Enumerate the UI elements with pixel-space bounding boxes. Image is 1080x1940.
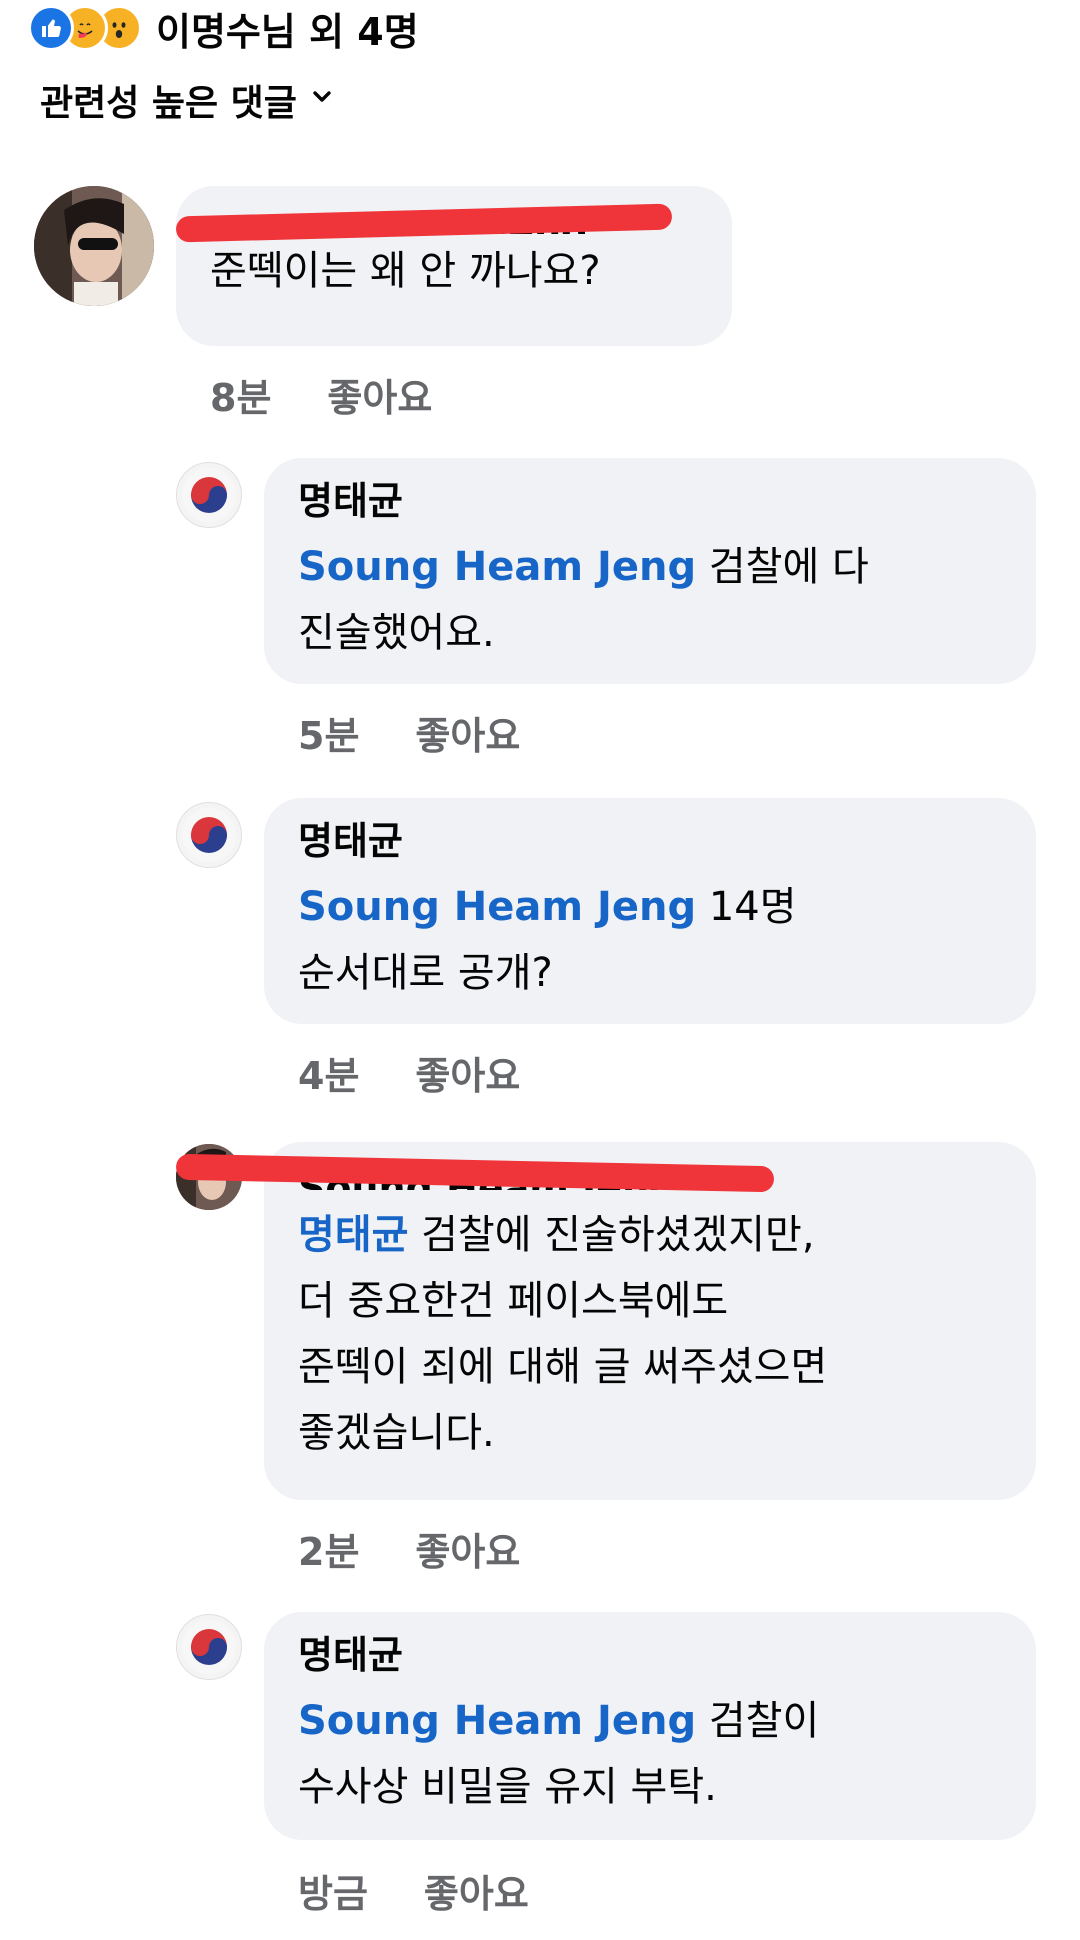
comment-actions: 5분 좋아요: [298, 704, 520, 760]
like-button[interactable]: 좋아요: [415, 1045, 520, 1100]
reactions-summary-text: 이명수님 외 4명: [156, 9, 419, 54]
comment-bubble[interactable]: Soung Heam Jeng 명태균 검찰에 진술하셨겠지만, 더 중요한건 …: [264, 1142, 1036, 1500]
comment-text: Soung Heam Jeng 검찰이 수사상 비밀을 유지 부탁.: [298, 1688, 1002, 1820]
comment-author[interactable]: 명태균: [298, 478, 1002, 524]
mention-link[interactable]: Soung Heam Jeng: [298, 544, 696, 590]
comment-time[interactable]: 8분: [210, 367, 271, 422]
sort-label: 관련성 높은 댓글: [40, 83, 297, 124]
comment-actions: 8분 좋아요: [210, 366, 432, 422]
comment-time[interactable]: 방금: [298, 1863, 368, 1918]
chevron-down-icon: [311, 85, 333, 115]
comment-text: 명태균 검찰에 진술하셨겠지만, 더 중요한건 페이스북에도 준떽이 죄에 대해…: [298, 1202, 1002, 1466]
comment-bubble[interactable]: 명태균 Soung Heam Jeng 검찰에 다 진술했어요.: [264, 458, 1036, 684]
comment-time[interactable]: 4분: [298, 1045, 359, 1100]
comment-actions: 방금 좋아요: [298, 1862, 529, 1918]
comment-time[interactable]: 2분: [298, 1521, 359, 1576]
comment-author[interactable]: 명태균: [298, 1632, 1002, 1678]
comment-actions: 2분 좋아요: [298, 1520, 520, 1576]
like-button[interactable]: 좋아요: [415, 1521, 520, 1576]
avatar[interactable]: [34, 186, 154, 306]
mention-link[interactable]: Soung Heam Jeng: [298, 884, 696, 930]
like-button[interactable]: 좋아요: [415, 705, 520, 760]
comment-time[interactable]: 5분: [298, 705, 359, 760]
reactions-summary[interactable]: 이명수님 외 4명: [28, 0, 419, 56]
comment-text: Soung Heam Jeng 14명 순서대로 공개?: [298, 874, 1002, 1006]
comment-text: Soung Heam Jeng 검찰에 다 진술했어요.: [298, 534, 1002, 666]
like-button[interactable]: 좋아요: [424, 1863, 529, 1918]
comment-actions: 4분 좋아요: [298, 1044, 520, 1100]
comment-sort-selector[interactable]: 관련성 높은 댓글: [40, 72, 333, 128]
like-button[interactable]: 좋아요: [327, 367, 432, 422]
comment-bubble[interactable]: 명태균 Soung Heam Jeng 검찰이 수사상 비밀을 유지 부탁.: [264, 1612, 1036, 1840]
flag-emblem-icon: [182, 1620, 236, 1674]
comment-bubble[interactable]: 명태균 Soung Heam Jeng 14명 순서대로 공개?: [264, 798, 1036, 1024]
mention-link[interactable]: Soung Heam Jeng: [298, 1698, 696, 1744]
flag-emblem-icon: [182, 808, 236, 862]
avatar[interactable]: [176, 1614, 242, 1680]
avatar[interactable]: [176, 802, 242, 868]
avatar[interactable]: [176, 462, 242, 528]
comment-text: 준떽이는 왜 안 까나요?: [210, 248, 601, 294]
comment-author[interactable]: 명태균: [298, 818, 1002, 864]
mention-link[interactable]: 명태균: [298, 1212, 408, 1258]
thumbs-up-icon: [28, 5, 74, 51]
flag-emblem-icon: [182, 468, 236, 522]
